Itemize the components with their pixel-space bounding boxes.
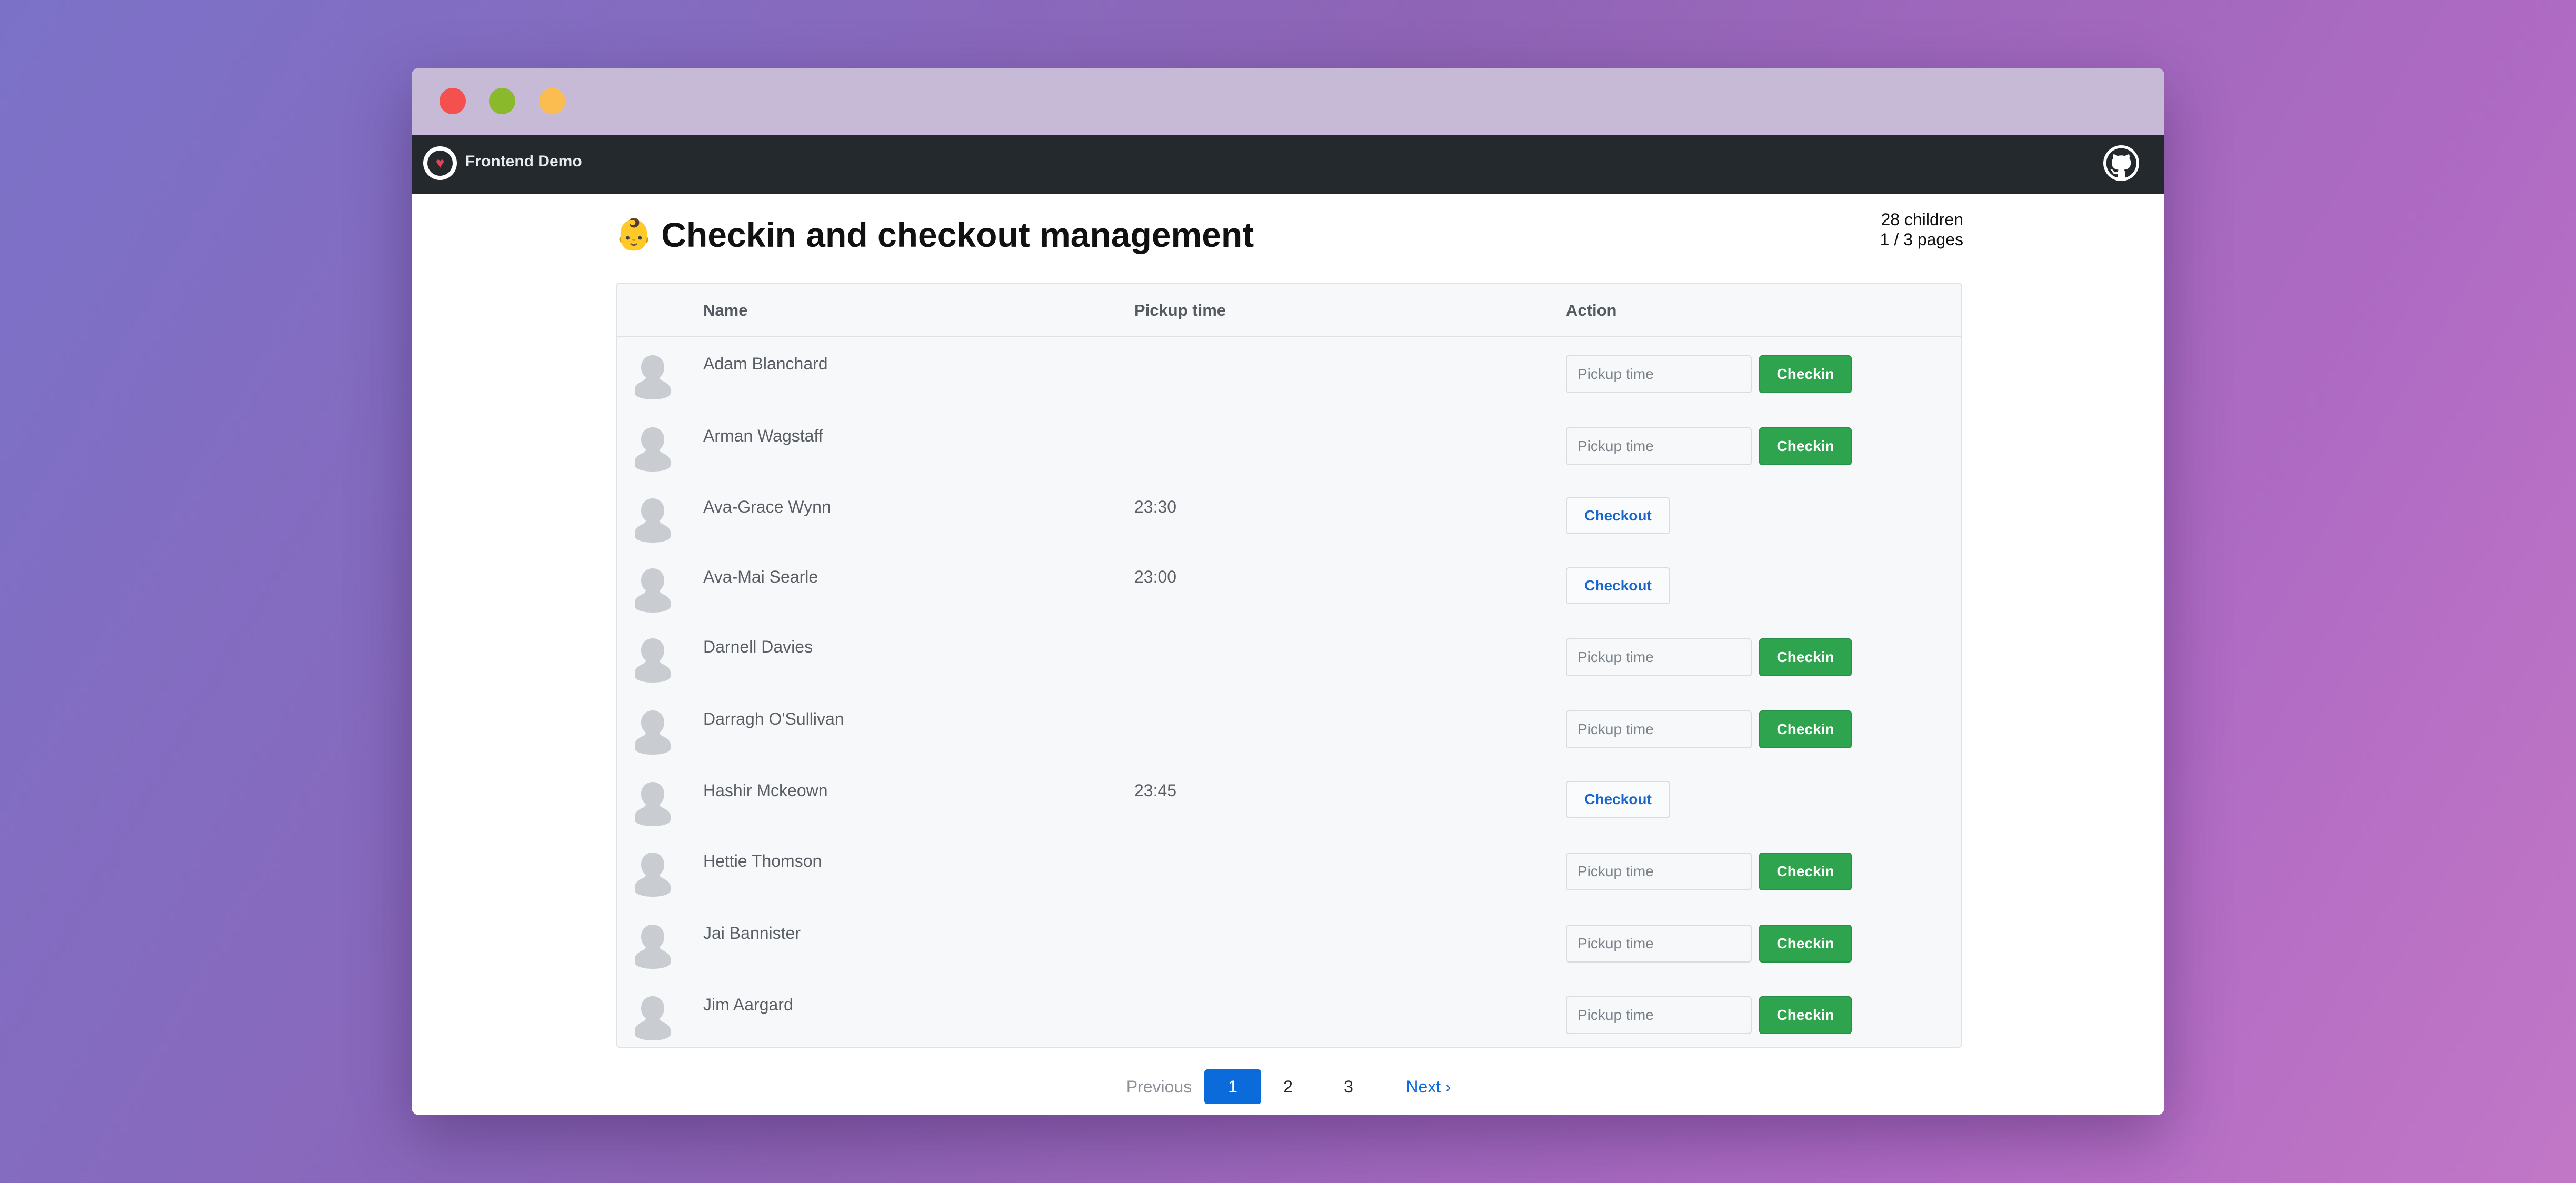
table-row: Adam Blanchard Checkin [617, 337, 1961, 400]
table-row: Hettie Thomson Checkin [617, 835, 1961, 898]
brand-name[interactable]: Frontend Demo [465, 153, 582, 171]
child-name: Ava-Mai Searle [703, 567, 818, 586]
top-navbar: ♥ Frontend Demo [412, 135, 2164, 194]
table-row: Hashir Mckeown 23:45 Checkout [617, 764, 1961, 827]
avatar [632, 636, 674, 685]
window-titlebar [412, 68, 2164, 135]
child-name: Arman Wagstaff [703, 426, 823, 445]
checkin-button[interactable]: Checkin [1759, 710, 1852, 748]
checkout-button[interactable]: Checkout [1566, 497, 1670, 534]
checkin-button[interactable]: Checkin [1759, 638, 1852, 676]
table-row: Arman Wagstaff Checkin [617, 409, 1961, 473]
checkin-button[interactable]: Checkin [1759, 925, 1852, 963]
child-name: Adam Blanchard [703, 354, 828, 373]
child-name: Jim Aargard [703, 995, 793, 1014]
avatar [632, 353, 674, 402]
pickup-time-input[interactable] [1566, 853, 1752, 890]
pickup-time-input[interactable] [1566, 925, 1752, 963]
child-name: Jai Bannister [703, 924, 801, 943]
child-name: Hashir Mckeown [703, 781, 828, 800]
column-header-pickup-time: Pickup time [1134, 301, 1226, 319]
children-count: 28 children [1881, 210, 1963, 229]
avatar [632, 923, 674, 971]
table-row: Ava-Grace Wynn 23:30 Checkout [617, 480, 1961, 544]
children-table: Name Pickup time Action Adam Blanchard Ch… [616, 283, 1962, 1048]
browser-window: ♥ Frontend Demo 👶 Checkin and checkout m… [412, 68, 2164, 1115]
table-row: Ava-Mai Searle 23:00 Checkout [617, 550, 1961, 614]
child-name: Darragh O'Sullivan [703, 709, 844, 728]
pickup-time-input[interactable] [1566, 710, 1752, 748]
column-header-name: Name [703, 301, 748, 319]
table-row: Jai Bannister Checkin [617, 907, 1961, 970]
github-icon[interactable] [2103, 145, 2139, 181]
avatar [632, 708, 674, 757]
pickup-time-value: 23:45 [1134, 781, 1177, 800]
close-window-button[interactable] [440, 88, 466, 114]
pickup-time-input[interactable] [1566, 638, 1752, 676]
checkout-button[interactable]: Checkout [1566, 781, 1670, 818]
heart-logo-icon[interactable]: ♥ [423, 146, 457, 180]
checkin-button[interactable]: Checkin [1759, 853, 1852, 890]
avatar [632, 425, 674, 474]
pagination: Previous 1 2 3 Next › [412, 1069, 2164, 1104]
pagination-page-2[interactable]: 2 [1275, 1069, 1301, 1104]
pagination-previous[interactable]: Previous [1122, 1069, 1196, 1104]
child-name: Darnell Davies [703, 637, 813, 656]
avatar [632, 496, 674, 545]
avatar [632, 780, 674, 828]
child-name: Ava-Grace Wynn [703, 497, 831, 516]
pickup-time-input[interactable] [1566, 996, 1752, 1034]
zoom-window-button[interactable] [539, 88, 565, 114]
child-name: Hettie Thomson [703, 851, 822, 870]
avatar [632, 994, 674, 1042]
pagination-next[interactable]: Next › [1397, 1069, 1460, 1104]
page-title-text: Checkin and checkout management [661, 215, 1254, 254]
page-count: 1 / 3 pages [1880, 230, 1963, 249]
checkin-button[interactable]: Checkin [1759, 355, 1852, 393]
checkout-button[interactable]: Checkout [1566, 567, 1670, 604]
checkin-button[interactable]: Checkin [1759, 427, 1852, 465]
table-header: Name Pickup time Action [617, 284, 1961, 337]
minimize-window-button[interactable] [489, 88, 515, 114]
pagination-page-3[interactable]: 3 [1335, 1069, 1362, 1104]
pickup-time-input[interactable] [1566, 427, 1752, 465]
baby-emoji: 👶 [615, 217, 653, 252]
summary-stats: 28 children 1 / 3 pages [1880, 209, 1963, 249]
checkin-button[interactable]: Checkin [1759, 996, 1852, 1034]
pagination-page-1[interactable]: 1 [1204, 1069, 1261, 1104]
pickup-time-input[interactable] [1566, 355, 1752, 393]
column-header-action: Action [1566, 301, 1617, 319]
table-row: Darnell Davies Checkin [617, 620, 1961, 684]
pickup-time-value: 23:30 [1134, 497, 1177, 516]
table-row: Jim Aargard Checkin [617, 978, 1961, 1041]
table-row: Darragh O'Sullivan Checkin [617, 693, 1961, 756]
avatar [632, 850, 674, 899]
avatar [632, 566, 674, 615]
pickup-time-value: 23:00 [1134, 567, 1177, 586]
page-title: 👶 Checkin and checkout management [615, 215, 1254, 255]
